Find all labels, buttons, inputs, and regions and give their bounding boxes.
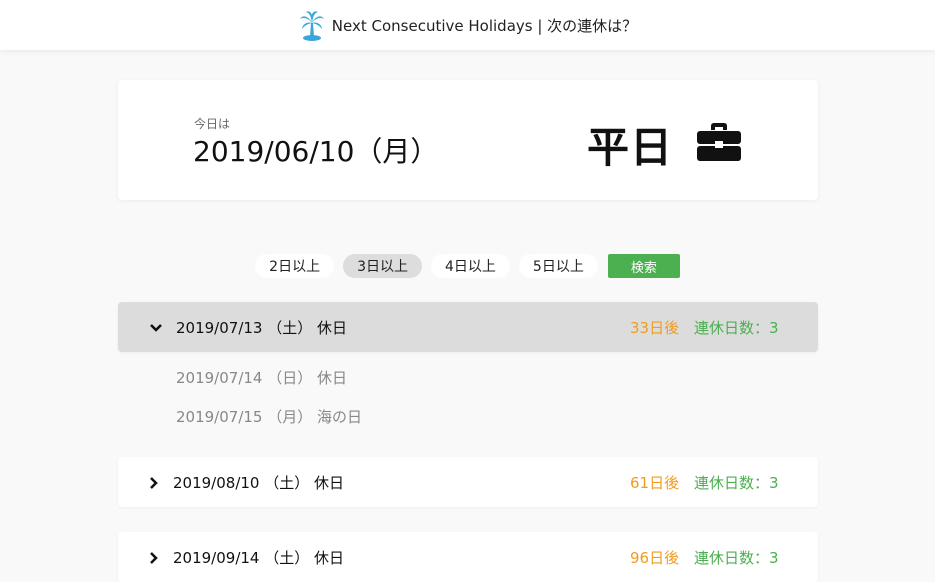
filter-2-days[interactable]: 2日以上: [255, 254, 335, 278]
chevron-down-icon: [150, 324, 162, 332]
days-until: 61日後: [630, 474, 680, 492]
holiday-row[interactable]: 2019/08/10 （土） 休日 61日後 連休日数：3: [118, 457, 818, 507]
today-date: 2019/06/10（月）: [193, 135, 439, 168]
palm-tree-icon: [298, 9, 326, 41]
briefcase-icon: [697, 123, 741, 161]
sub-holiday-day: 2019/07/15 （月） 海の日: [176, 408, 362, 426]
holiday-row[interactable]: 2019/09/14 （土） 休日 96日後 連休日数：3: [118, 532, 818, 582]
filter-4-days[interactable]: 4日以上: [431, 254, 510, 278]
app-title: Next Consecutive Holidays | 次の連休は？: [331, 16, 638, 35]
holiday-date: 2019/07/13 （土） 休日: [176, 319, 347, 337]
holiday-length: 連休日数：3: [694, 474, 779, 492]
holiday-date: 2019/08/10 （土） 休日: [173, 474, 344, 492]
holiday-length: 連休日数：3: [694, 319, 779, 337]
sub-holiday-day: 2019/07/14 （日） 休日: [176, 369, 347, 387]
app-header: Next Consecutive Holidays | 次の連休は？: [0, 0, 935, 50]
chevron-right-icon: [150, 552, 158, 564]
chevron-right-icon: [150, 477, 158, 489]
filter-3-days[interactable]: 3日以上: [343, 254, 422, 278]
filter-5-days[interactable]: 5日以上: [518, 254, 598, 278]
day-type: 平日: [587, 123, 674, 172]
today-card: 今日は 2019/06/10（月） 平日: [118, 80, 818, 200]
duration-filter-bar: 2日以上 3日以上 4日以上 5日以上 検索: [0, 254, 935, 278]
search-button[interactable]: 検索: [607, 254, 680, 278]
holiday-row[interactable]: 2019/07/13 （土） 休日 33日後 連休日数：3: [118, 302, 818, 352]
days-until: 33日後: [630, 319, 680, 337]
